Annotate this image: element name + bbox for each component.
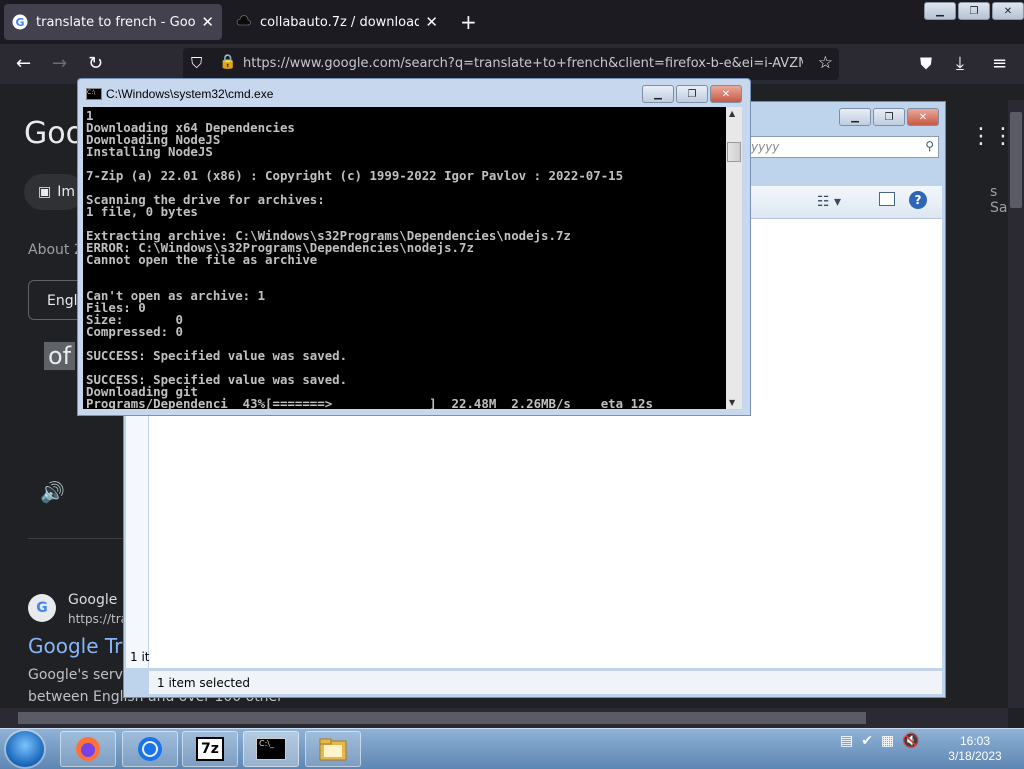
back-icon[interactable]: ← [16, 54, 31, 74]
result-title-link[interactable]: Google Tra [28, 634, 135, 658]
status-bar: 1 item selected [149, 670, 942, 694]
volume-muted-icon[interactable]: 🔇 [902, 733, 919, 749]
close-tab-icon[interactable]: ✕ [425, 13, 438, 31]
search-input[interactable]: yyyy ⚲ [744, 136, 939, 158]
tab-collabauto[interactable]: collabauto.7z / download from ✕ [228, 4, 446, 40]
network-icon[interactable]: ▦ [881, 733, 894, 749]
minimize-button[interactable]: ▁ [642, 85, 674, 103]
minimize-button[interactable]: ▁ [839, 108, 871, 126]
google-translate-favicon: G [28, 594, 56, 622]
maximize-button[interactable]: ❐ [873, 108, 905, 126]
forward-icon[interactable]: → [52, 54, 67, 74]
scroll-up-icon[interactable]: ▲ [729, 109, 735, 118]
new-tab-button[interactable]: + [460, 12, 477, 32]
filter-tabs-right[interactable]: s Sa [990, 184, 1008, 216]
window-controls: ▁ ❐ ✕ [642, 85, 742, 103]
search-icon[interactable]: ⚲ [925, 139, 934, 153]
firefox-icon [76, 737, 100, 761]
divider [28, 538, 128, 539]
maximize-button[interactable]: ❐ [958, 2, 990, 20]
action-center-icon[interactable]: ▤ [840, 733, 853, 749]
start-button[interactable] [6, 731, 44, 767]
taskbar-cmd[interactable]: C:\_ [243, 731, 299, 767]
page-horizontal-scrollbar[interactable] [0, 708, 1008, 728]
window-controls: ▁ ❐ ✕ [924, 2, 1024, 20]
close-button[interactable]: ✕ [907, 108, 939, 126]
browser-tab-strip: G translate to french - Google Sea ✕ col… [0, 0, 1024, 44]
download-icon[interactable]: ⤓ [956, 54, 964, 74]
console-scrollbar[interactable]: ▲ ▼ [726, 107, 742, 409]
view-options-icon[interactable]: ☷ ▾ [817, 194, 841, 210]
status-fragment: 1 it [130, 650, 150, 664]
clock-time: 16:03 [959, 734, 991, 748]
scrollbar-thumb[interactable] [1010, 112, 1022, 208]
taskbar-explorer[interactable] [305, 731, 361, 767]
taskbar-firefox[interactable] [60, 731, 116, 767]
window-controls: ▁ ❐ ✕ [839, 108, 939, 126]
svg-text:G: G [15, 16, 24, 29]
close-button[interactable]: ✕ [710, 85, 742, 103]
cmd-icon[interactable]: C:\ [86, 88, 102, 100]
menu-icon[interactable]: ≡ [992, 54, 1007, 74]
taskbar: 7z C:\_ ▤ ✔ ▦ 🔇 16:03 3/18/2023 [0, 728, 1024, 769]
window-title: C:\Windows\system32\cmd.exe [106, 87, 274, 101]
clock[interactable]: 16:03 3/18/2023 [940, 734, 1010, 764]
images-filter-chip[interactable]: ▣ Im [24, 174, 84, 210]
scrollbar-thumb[interactable] [18, 712, 866, 724]
reload-icon[interactable]: ↻ [88, 54, 103, 74]
google-icon: G [12, 14, 28, 30]
result-site-name: Google [68, 592, 118, 608]
7zip-icon: 7z [196, 737, 224, 761]
maximize-button[interactable]: ❐ [676, 85, 708, 103]
taskbar-7zip[interactable]: 7z [182, 731, 238, 767]
minimize-button[interactable]: ▁ [924, 2, 956, 20]
url-text[interactable]: https://www.google.com/search?q=translat… [243, 56, 803, 71]
cloud-icon [236, 15, 251, 26]
folder-icon [319, 738, 347, 761]
system-tray: ▤ ✔ ▦ 🔇 [840, 733, 920, 749]
image-icon: ▣ [38, 184, 52, 200]
tab-title: collabauto.7z / download from [260, 14, 420, 30]
clock-date: 3/18/2023 [948, 749, 1002, 763]
shield-icon[interactable]: ⛉ [191, 54, 202, 72]
highlighted-text: of [44, 342, 76, 370]
page-vertical-scrollbar[interactable] [1008, 100, 1024, 708]
preview-pane-icon[interactable] [879, 192, 895, 206]
speaker-icon[interactable]: 🔊 [40, 480, 65, 504]
chrome-icon [138, 737, 162, 761]
security-icon[interactable]: ✔ [861, 733, 873, 749]
images-chip-label: Im [57, 184, 76, 200]
close-button[interactable]: ✕ [992, 2, 1024, 20]
scrollbar-thumb[interactable] [727, 142, 741, 162]
help-icon[interactable]: ? [909, 191, 927, 209]
console-output[interactable]: 1 Downloading x64 Dependencies Downloadi… [83, 107, 726, 409]
result-stats: About 2 [28, 242, 83, 258]
search-placeholder: yyyy [751, 140, 780, 154]
cmd-icon: C:\_ [256, 738, 286, 760]
tab-translate[interactable]: G translate to french - Google Sea ✕ [4, 4, 222, 40]
console-text: 1 Downloading x64 Dependencies Downloadi… [86, 108, 653, 409]
taskbar-chrome[interactable] [122, 731, 178, 767]
bookmark-star-icon[interactable]: ☆ [818, 53, 833, 73]
close-tab-icon[interactable]: ✕ [201, 13, 214, 31]
pocket-icon[interactable]: ⛊ [920, 54, 932, 74]
tab-title: translate to french - Google Sea [36, 14, 196, 30]
url-bar[interactable]: ⛉ 🔒 https://www.google.com/search?q=tran… [183, 48, 839, 80]
lock-icon[interactable]: 🔒 [219, 54, 236, 70]
google-logo[interactable]: Goo [24, 116, 84, 151]
cmd-window: C:\ C:\Windows\system32\cmd.exe ▁ ❐ ✕ 1 … [77, 78, 751, 416]
scroll-down-icon[interactable]: ▼ [729, 398, 735, 407]
